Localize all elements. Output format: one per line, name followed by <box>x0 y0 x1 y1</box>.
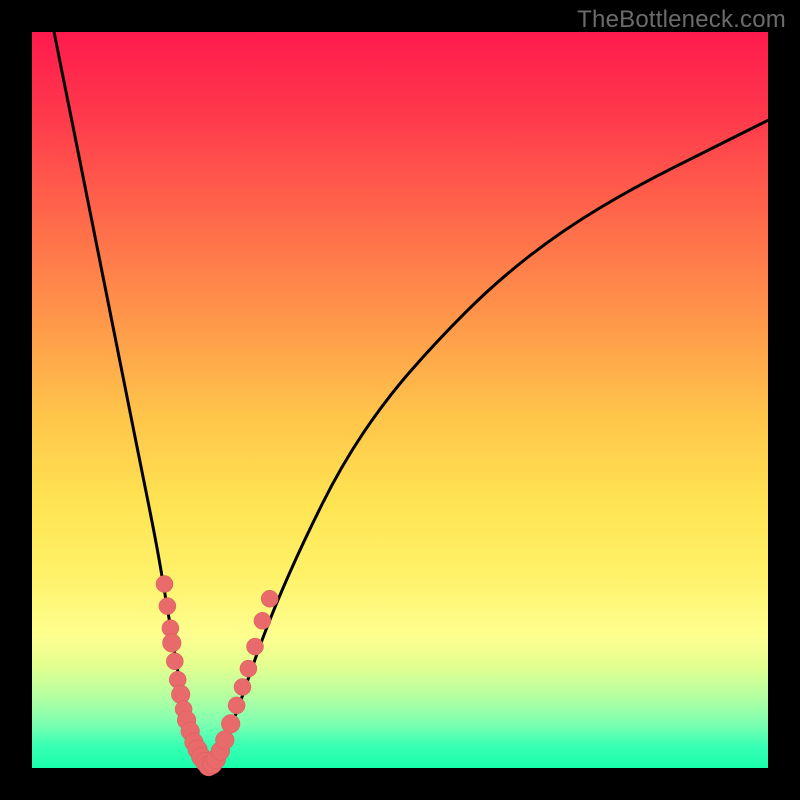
curve-layer <box>32 32 768 768</box>
curve-marker <box>221 715 240 734</box>
curve-marker <box>216 731 235 750</box>
plot-area <box>32 32 768 768</box>
curve-marker <box>159 598 176 615</box>
curve-marker <box>228 697 245 714</box>
curve-marker <box>234 679 251 696</box>
curve-markers <box>156 576 278 776</box>
curve-marker <box>261 590 278 607</box>
curve-marker <box>156 576 173 593</box>
curve-marker <box>247 638 264 655</box>
watermark-text: TheBottleneck.com <box>577 6 786 34</box>
chart-frame: TheBottleneck.com <box>0 0 800 800</box>
curve-marker <box>240 660 257 677</box>
curve-marker <box>254 612 271 629</box>
bottleneck-curve <box>54 32 768 766</box>
curve-marker <box>163 634 182 653</box>
curve-marker <box>166 653 183 670</box>
